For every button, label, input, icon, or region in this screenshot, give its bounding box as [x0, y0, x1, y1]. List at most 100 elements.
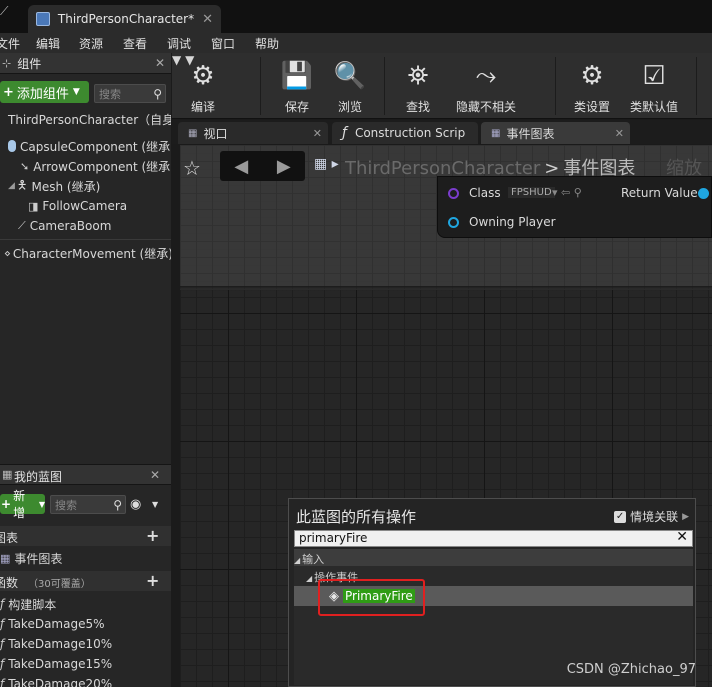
context-sensitive-toggle[interactable]: ✓ 情境关联 ▶ — [614, 508, 689, 525]
action-search-input[interactable]: primaryFire ✕ — [294, 530, 693, 547]
action-menu-popup: 此蓝图的所有操作 ✓ 情境关联 ▶ primaryFire ✕ ◢ 输入 ◢ 操作事… — [288, 498, 696, 687]
close-icon[interactable]: ✕ — [150, 468, 160, 482]
browse-button[interactable]: 🔍 浏览 — [328, 57, 372, 117]
function-icon: ƒ — [0, 597, 5, 611]
tab-event-graph-label: 事件图表 — [506, 126, 555, 141]
forward-arrow-icon[interactable]: ▶ — [277, 156, 291, 177]
collapse-triangle-icon: ◢ — [306, 574, 313, 583]
category-input[interactable]: ◢ 输入 — [294, 551, 324, 567]
graph-grid-icon[interactable]: ▦ ▸ — [314, 156, 339, 172]
expand-triangle-icon[interactable]: ◢ — [8, 181, 15, 191]
function-icon: ƒ — [0, 657, 5, 671]
checkbox-checked-icon[interactable]: ✓ — [614, 510, 627, 523]
toolbar-separator — [260, 57, 261, 115]
chevron-down-icon: ▼ — [38, 499, 45, 509]
function-icon: ƒ — [0, 637, 5, 651]
add-function-plus-icon[interactable]: + — [146, 571, 159, 590]
compile-button[interactable]: ⚙ 编译 — [178, 57, 228, 117]
title-bar: ⟋ ThirdPersonCharacter* ✕ — [0, 0, 712, 33]
menu-asset[interactable]: 资源 — [79, 35, 103, 52]
close-icon[interactable]: ✕ — [202, 12, 213, 27]
function-item[interactable]: ƒ TakeDamage5% — [0, 614, 105, 634]
class-settings-button[interactable]: ⚙ 类设置 — [570, 57, 614, 117]
menu-edit[interactable]: 编辑 — [36, 35, 60, 52]
component-item-label: CameraBoom — [29, 219, 112, 233]
event-graph-icon: ▦ — [0, 551, 11, 565]
function-item[interactable]: ƒ TakeDamage15% — [0, 654, 112, 674]
document-tab[interactable]: ThirdPersonCharacter* ✕ — [28, 5, 221, 33]
component-item-arrow[interactable]: ➘ ArrowComponent (继承) — [20, 156, 175, 176]
component-item-camera-boom[interactable]: ⟋ CameraBoom — [18, 216, 111, 236]
chevron-right-icon[interactable]: ▶ — [682, 512, 689, 522]
component-item-capsule[interactable]: CapsuleComponent (继承) — [8, 136, 175, 156]
class-defaults-button[interactable]: ☑ 类默认值 — [627, 57, 681, 117]
components-panel-header: ⊹ 组件 ✕ — [0, 53, 171, 74]
find-button[interactable]: ⛯ 查找 — [396, 57, 440, 117]
category-row-input[interactable] — [294, 549, 693, 566]
component-item-follow-camera[interactable]: ◨ FollowCamera — [28, 196, 127, 216]
tab-viewport[interactable]: ▦ 视口 ✕ — [178, 122, 328, 144]
component-item-character-movement[interactable]: ⋄ CharacterMovement (继承) — [4, 243, 173, 263]
new-button[interactable]: + 新增 ▼ — [0, 489, 45, 520]
menu-view[interactable]: 查看 — [123, 35, 147, 52]
chevron-down-icon[interactable]: ▼ — [152, 500, 158, 509]
binoculars-icon: ⛯ — [407, 60, 429, 91]
red-highlight-annotation — [318, 579, 425, 616]
component-item-mesh[interactable]: ◢ 🯅 Mesh (继承) — [8, 176, 100, 196]
close-icon[interactable]: ✕ — [155, 56, 165, 70]
back-arrow-icon[interactable]: ◀ — [234, 156, 248, 177]
return-value-label: Return Value — [621, 186, 698, 200]
tab-event-graph[interactable]: ▦ 事件图表 ✕ — [481, 122, 630, 144]
collapse-triangle-icon: ◢ — [294, 556, 301, 565]
menu-bar: 文件 编辑 资源 查看 调试 窗口 帮助 — [0, 33, 712, 53]
eye-icon[interactable]: ◉ — [130, 497, 141, 512]
menu-window[interactable]: 窗口 — [211, 35, 235, 52]
create-widget-node[interactable]: Class FPSHUD ▾ ⇦ ⚲ Return Value Owning P… — [437, 176, 712, 238]
function-item-label: 构建脚本 — [8, 597, 57, 612]
add-graph-plus-icon[interactable]: + — [146, 526, 159, 545]
add-component-button[interactable]: + 添加组件 ▼ — [0, 81, 89, 103]
function-item[interactable]: ƒ TakeDamage10% — [0, 634, 112, 654]
movement-icon: ⋄ — [4, 246, 11, 260]
mesh-icon: 🯅 — [16, 177, 28, 192]
graph-item-event-graph[interactable]: ▦ 事件图表 — [0, 548, 62, 568]
close-icon[interactable]: ✕ — [615, 127, 624, 140]
functions-section-header[interactable]: 函数 （30可覆盖） + — [0, 571, 171, 591]
blueprint-search-input[interactable]: 搜索 ⚲ — [50, 495, 126, 514]
viewport-icon: ▦ — [188, 127, 198, 139]
tab-construction-script[interactable]: ƒ Construction Scrip — [332, 122, 478, 144]
hide-unrelated-button[interactable]: ⤳ 隐藏不相关 — [454, 57, 518, 117]
menu-file[interactable]: 文件 — [0, 35, 20, 52]
blueprint-panel-icon: ▦ — [2, 468, 13, 481]
capsule-icon — [8, 140, 16, 152]
function-item[interactable]: ƒ 构建脚本 — [0, 594, 56, 614]
hide-unrelated-label: 隐藏不相关 — [455, 100, 516, 114]
close-icon[interactable]: ✕ — [313, 127, 322, 140]
star-icon[interactable]: ☆ — [183, 156, 201, 180]
save-button[interactable]: 💾 保存 — [276, 57, 318, 117]
window-edge-glyph: ⟋ — [0, 4, 9, 18]
my-blueprint-title: 我的蓝图 — [14, 470, 63, 484]
function-item[interactable]: ƒ TakeDamage20% — [0, 674, 112, 687]
menu-debug[interactable]: 调试 — [167, 35, 191, 52]
return-value-pin-icon[interactable] — [698, 188, 709, 199]
action-menu-title: 此蓝图的所有操作 — [296, 508, 417, 526]
components-search-input[interactable]: 搜索 ⚲ — [94, 84, 166, 103]
blueprint-search-placeholder: 搜索 — [55, 498, 77, 512]
menu-help[interactable]: 帮助 — [255, 35, 279, 52]
owning-player-pin-icon[interactable] — [448, 217, 459, 228]
event-graph-icon: ▦ — [491, 127, 501, 139]
graphs-section-header[interactable]: 图表 + — [0, 526, 171, 546]
panel-splitter[interactable] — [171, 53, 180, 687]
divider — [0, 239, 171, 240]
components-icon: ⊹ — [2, 56, 12, 70]
component-root[interactable]: ThirdPersonCharacter（自身 — [8, 109, 174, 129]
class-value-controls-icon[interactable]: ▾ ⇦ ⚲ — [552, 186, 582, 199]
class-value-dropdown[interactable]: FPSHUD — [508, 187, 555, 198]
components-search-placeholder: 搜索 — [99, 87, 121, 101]
clear-search-icon[interactable]: ✕ — [676, 530, 688, 545]
component-item-label: Mesh (继承) — [31, 179, 101, 194]
context-sensitive-label: 情境关联 — [630, 510, 679, 524]
class-pin-icon[interactable] — [448, 188, 459, 199]
function-item-label: TakeDamage20% — [8, 677, 113, 687]
